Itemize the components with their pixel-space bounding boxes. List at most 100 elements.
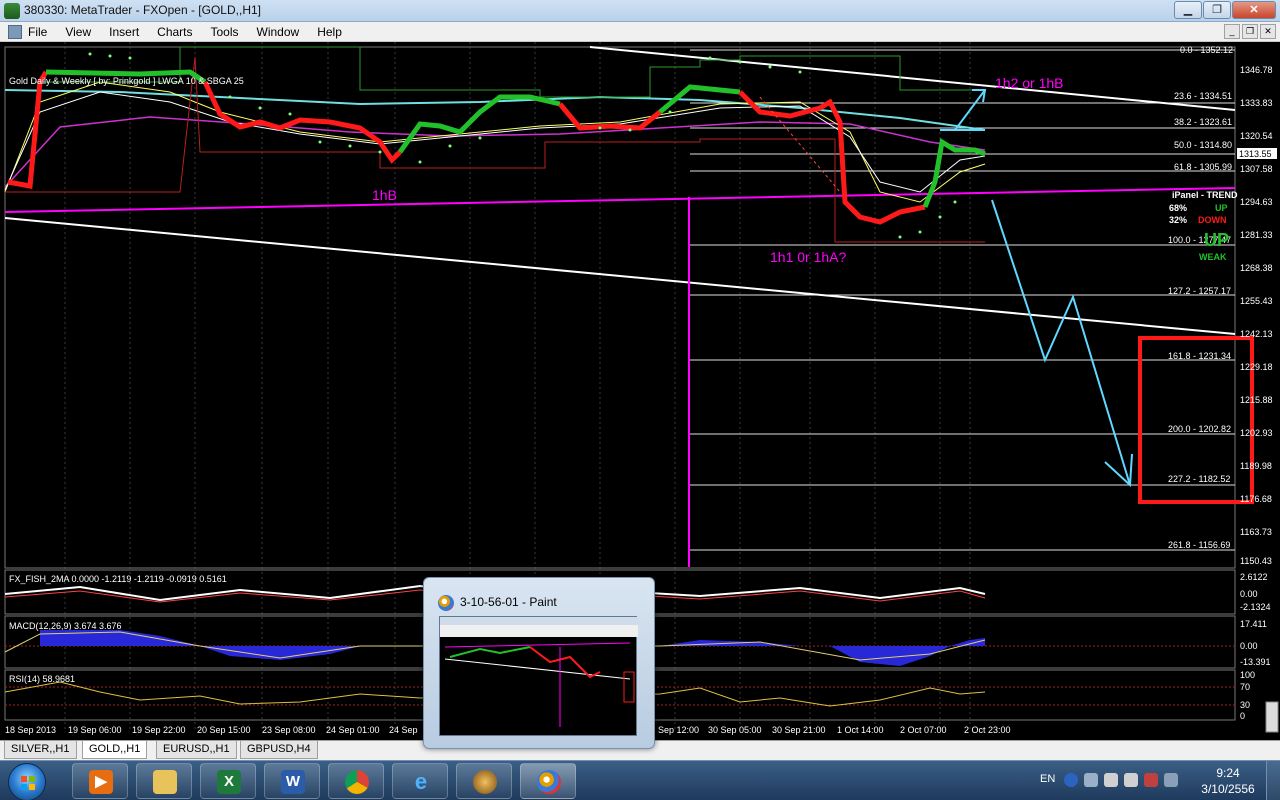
minimize-icon: ▁ bbox=[1183, 4, 1193, 16]
menu-view[interactable]: View bbox=[65, 25, 91, 39]
taskbar-excel[interactable]: X bbox=[200, 763, 256, 799]
ipanel-up-percent: 68% bbox=[1169, 203, 1187, 213]
tab-gold[interactable]: GOLD,,H1 bbox=[82, 741, 148, 759]
clock-time[interactable]: 9:24 bbox=[1198, 766, 1258, 780]
metatrader-icon bbox=[4, 3, 20, 19]
menu-charts[interactable]: Charts bbox=[157, 25, 192, 39]
taskbar-internet-explorer[interactable]: e bbox=[392, 763, 448, 799]
maximize-icon: ❐ bbox=[1212, 4, 1222, 16]
preview-thumbnail[interactable] bbox=[439, 616, 638, 736]
preview-title: 3-10-56-01 - Paint bbox=[460, 595, 557, 609]
price-axis-label: 1242.13 bbox=[1240, 329, 1273, 339]
price-axis-label: 1346.78 bbox=[1240, 65, 1273, 75]
tab-gbpusd[interactable]: GBPUSD,H4 bbox=[240, 741, 318, 759]
network-icon[interactable] bbox=[1124, 773, 1138, 787]
keyboard-icon[interactable] bbox=[1084, 773, 1098, 787]
ipanel-weak: WEAK bbox=[1199, 252, 1227, 262]
rsi-axis-label: 30 bbox=[1240, 700, 1250, 710]
language-indicator[interactable]: EN bbox=[1040, 773, 1055, 785]
mdi-minimize-button[interactable]: _ bbox=[1224, 24, 1240, 39]
tab-silver[interactable]: SILVER,,H1 bbox=[4, 741, 77, 759]
fib-label: 50.0 - 1314.80 bbox=[1174, 140, 1232, 150]
mdi-close-button[interactable]: ✕ bbox=[1260, 24, 1276, 39]
mdi-restore-button[interactable]: ❐ bbox=[1242, 24, 1258, 39]
ipanel-down-percent: 32% bbox=[1169, 215, 1187, 225]
system-tray: EN 9:24 3/10/2556 bbox=[1040, 761, 1280, 800]
chart-window-icon[interactable] bbox=[8, 25, 22, 39]
tab-eurusd[interactable]: EURUSD,,H1 bbox=[156, 741, 237, 759]
windows-logo-icon bbox=[21, 776, 35, 790]
rsi-axis-label: 0 bbox=[1240, 711, 1245, 721]
fibonacci-levels[interactable] bbox=[690, 49, 1235, 551]
time-axis-label: 24 Sep bbox=[389, 725, 418, 735]
show-desktop-button[interactable] bbox=[1266, 761, 1280, 800]
macd-axis-label: 0.00 bbox=[1240, 641, 1258, 651]
taskbar-paint[interactable] bbox=[520, 763, 576, 799]
menu-window[interactable]: Window bbox=[257, 25, 300, 39]
ipanel-trend: iPanel - TREND 68% UP 32% DOWN UP WEAK bbox=[1169, 190, 1238, 262]
clock-date[interactable]: 3/10/2556 bbox=[1198, 782, 1258, 796]
chart-scrollbar[interactable] bbox=[1265, 701, 1279, 733]
fisher-axis-label: -2.1324 bbox=[1240, 602, 1271, 612]
volume-muted-icon[interactable] bbox=[1144, 773, 1158, 787]
help-icon[interactable] bbox=[1064, 773, 1078, 787]
menu-insert[interactable]: Insert bbox=[109, 25, 139, 39]
macd-axis-label: -13.391 bbox=[1240, 657, 1271, 667]
time-axis-label: 1 Oct 14:00 bbox=[837, 725, 884, 735]
price-axis-label: 1150.43 bbox=[1240, 556, 1272, 566]
time-axis-label: 24 Sep 01:00 bbox=[326, 725, 380, 735]
price-axis-label: 1307.58 bbox=[1240, 164, 1273, 174]
price-axis-label: 1294.63 bbox=[1240, 197, 1273, 207]
price-axis-label: 1202.93 bbox=[1240, 428, 1273, 438]
title-bar: 380330: MetaTrader - FXOpen - [GOLD,,H1]… bbox=[0, 0, 1280, 22]
white-moving-average bbox=[4, 91, 986, 193]
price-axis-label: 1255.43 bbox=[1240, 296, 1273, 306]
chrome-icon bbox=[345, 770, 369, 794]
window-title: 380330: MetaTrader - FXOpen - [GOLD,,H1] bbox=[24, 3, 261, 17]
taskbar-chrome[interactable] bbox=[328, 763, 384, 799]
minimize-button[interactable]: ▁ bbox=[1174, 1, 1202, 19]
taskbar-media-player[interactable]: ▶ bbox=[72, 763, 128, 799]
fib-label: 200.0 - 1202.82 bbox=[1168, 424, 1231, 434]
power-icon[interactable] bbox=[1164, 773, 1178, 787]
price-axis-label: 1215.88 bbox=[1240, 395, 1273, 405]
time-axis-label: 19 Sep 06:00 bbox=[68, 725, 122, 735]
price-axis-label: 1163.73 bbox=[1240, 527, 1272, 537]
rsi-axis-label: 70 bbox=[1240, 682, 1250, 692]
action-center-icon[interactable] bbox=[1104, 773, 1118, 787]
fib-label: 161.8 - 1231.34 bbox=[1168, 351, 1231, 361]
close-icon: ✕ bbox=[1249, 4, 1259, 16]
macd-label: MACD(12,26,9) 3.674 3.676 bbox=[9, 621, 122, 631]
price-axis-label: 1333.83 bbox=[1240, 98, 1273, 108]
price-axis-label: 1320.54 bbox=[1240, 131, 1273, 141]
ipanel-up-label: UP bbox=[1215, 203, 1228, 213]
magenta-trendline[interactable] bbox=[4, 187, 1236, 213]
menu-help[interactable]: Help bbox=[317, 25, 342, 39]
fisher-label: FX_FISH_2MA 0.0000 -1.2119 -1.2119 -0.09… bbox=[9, 574, 227, 584]
internet-explorer-icon: e bbox=[414, 769, 428, 794]
taskbar-metatrader[interactable] bbox=[456, 763, 512, 799]
fisher-axis-label: 2.6122 bbox=[1240, 572, 1268, 582]
fib-label: 127.2 - 1257.17 bbox=[1168, 286, 1231, 296]
excel-icon: X bbox=[217, 770, 241, 794]
ipanel-title: iPanel - TREND bbox=[1172, 190, 1238, 200]
wave-label-1h1: 1h1 0r 1hA? bbox=[770, 249, 846, 265]
ipanel-down-label: DOWN bbox=[1198, 215, 1227, 225]
rsi-axis-label: 100 bbox=[1240, 670, 1255, 680]
price-axis-label: 1268.38 bbox=[1240, 263, 1273, 273]
wave-label-1hb: 1hB bbox=[372, 187, 397, 203]
lower-trendline[interactable] bbox=[4, 217, 1236, 335]
media-player-icon: ▶ bbox=[89, 770, 113, 794]
taskbar-file-explorer[interactable] bbox=[136, 763, 192, 799]
fib-label: 227.2 - 1182.52 bbox=[1168, 474, 1230, 484]
menu-file[interactable]: File bbox=[28, 25, 47, 39]
menu-bar: File View Insert Charts Tools Window Hel… bbox=[0, 22, 1280, 42]
time-axis-label: 2 Oct 23:00 bbox=[964, 725, 1011, 735]
maximize-button[interactable]: ❐ bbox=[1203, 1, 1231, 19]
taskbar-word[interactable]: W bbox=[264, 763, 320, 799]
taskbar-thumbnail-preview[interactable]: 3-10-56-01 - Paint bbox=[423, 577, 655, 749]
start-button[interactable] bbox=[8, 763, 46, 800]
menu-tools[interactable]: Tools bbox=[211, 25, 239, 39]
macd-axis-label: 17.411 bbox=[1240, 619, 1267, 629]
close-button[interactable]: ✕ bbox=[1232, 1, 1276, 19]
